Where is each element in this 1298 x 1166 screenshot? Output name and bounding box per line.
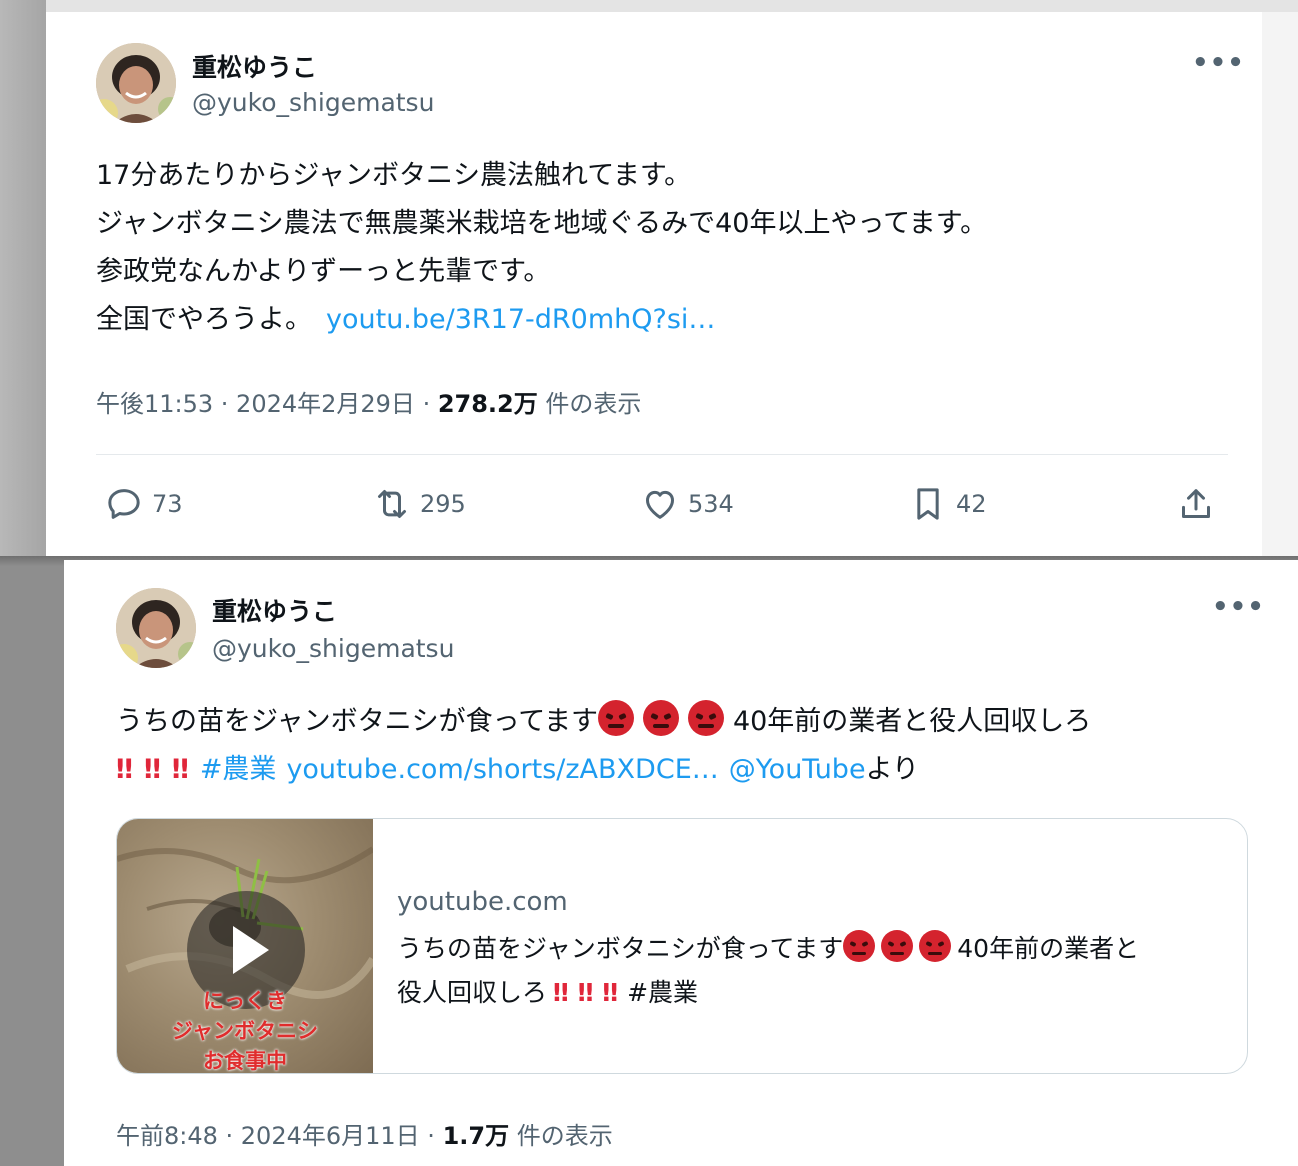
link-card-text: 40年前の業者と bbox=[957, 934, 1140, 963]
link-card-line: 役人回収しろ ‼ ‼ ‼ #農業 bbox=[397, 971, 1139, 1015]
avatar[interactable] bbox=[116, 588, 196, 668]
left-gutter bbox=[0, 0, 46, 556]
link-preview-card[interactable]: にっくき ジャンボタニシ お食事中 youtube.com うちの苗をジャンボタ… bbox=[116, 818, 1248, 1074]
tweet-card-2: 重松ゆうこ @yuko_shigematsu ••• うちの苗をジャンボタニシが… bbox=[64, 560, 1298, 1166]
tweet-link[interactable]: youtu.be/3R17-dR0mhQ?si… bbox=[326, 304, 715, 335]
thumbnail-caption: ジャンボタニシ bbox=[172, 1019, 318, 1043]
pouting-face-emoji bbox=[919, 930, 952, 962]
retweet-count: 295 bbox=[420, 490, 466, 518]
more-options-icon[interactable]: ••• bbox=[1192, 48, 1245, 78]
like-count: 534 bbox=[688, 490, 734, 518]
link-card-text: うちの苗をジャンボタニシが食ってます bbox=[397, 934, 844, 963]
reply-icon bbox=[108, 489, 140, 519]
tweet-text-part: より bbox=[865, 754, 920, 785]
display-name[interactable]: 重松ゆうこ bbox=[192, 48, 317, 84]
tweet-meta: 午後11:53 · 2024年2月29日 · 278.2万 件の表示 bbox=[96, 384, 641, 419]
hashtag-link[interactable]: #農業 bbox=[200, 754, 277, 785]
link-card-domain: youtube.com bbox=[397, 887, 568, 917]
double-exclamation-emoji: ‼ bbox=[577, 978, 594, 1007]
view-label: 件の表示 bbox=[537, 390, 642, 418]
view-count: 278.2万 bbox=[437, 390, 538, 418]
tweet-text-line: 全国でやろうよ。 youtu.be/3R17-dR0mhQ?si… bbox=[96, 296, 987, 344]
bookmark-icon bbox=[917, 488, 939, 520]
pouting-face-emoji bbox=[597, 700, 634, 736]
display-name[interactable]: 重松ゆうこ bbox=[212, 592, 337, 628]
link-card-title: うちの苗をジャンボタニシが食ってます 40年前の業者と 役人回収しろ ‼ ‼ ‼ #農業 bbox=[397, 927, 1139, 1015]
retweet-button[interactable]: 295 bbox=[372, 484, 466, 524]
like-button[interactable]: 534 bbox=[640, 484, 734, 524]
more-options-icon[interactable]: ••• bbox=[1212, 592, 1265, 622]
bookmark-count: 42 bbox=[956, 490, 987, 518]
tweet-card-1: 重松ゆうこ @yuko_shigematsu ••• 17分あたりからジャンボタ… bbox=[46, 12, 1262, 556]
double-exclamation-emoji: ‼ bbox=[116, 754, 133, 785]
right-gutter bbox=[1262, 12, 1298, 556]
pouting-face-emoji bbox=[843, 930, 876, 962]
thumbnail-caption: にっくき bbox=[203, 989, 287, 1013]
tweet-timestamp[interactable]: 午後11:53 · 2024年2月29日 · bbox=[96, 390, 438, 418]
link-card-hashtag: #農業 bbox=[627, 978, 699, 1007]
tweet-meta: 午前8:48 · 2024年6月11日 · 1.7万 件の表示 bbox=[116, 1116, 613, 1151]
share-button[interactable] bbox=[1176, 484, 1224, 524]
divider bbox=[96, 454, 1228, 455]
bookmark-button[interactable]: 42 bbox=[908, 484, 987, 524]
tweet-text-part: 40年前の業者と役人回収しろ bbox=[732, 706, 1092, 737]
tweet-text-line: ジャンボタニシ農法で無農薬米栽培を地域ぐるみで40年以上やってます。 bbox=[96, 208, 988, 239]
reply-button[interactable]: 73 bbox=[104, 484, 183, 524]
heart-icon bbox=[646, 490, 674, 519]
link-card-text: 役人回収しろ bbox=[397, 978, 548, 1007]
double-exclamation-emoji: ‼ bbox=[171, 754, 189, 785]
double-exclamation-emoji: ‼ bbox=[143, 754, 161, 785]
pouting-face-emoji bbox=[642, 700, 679, 736]
mention-link[interactable]: @YouTube bbox=[729, 754, 866, 785]
reply-count: 73 bbox=[152, 490, 183, 518]
user-handle[interactable]: @yuko_shigematsu bbox=[192, 88, 434, 117]
view-label: 件の表示 bbox=[509, 1122, 613, 1150]
avatar[interactable] bbox=[96, 43, 176, 123]
link-card-line: うちの苗をジャンボタニシが食ってます 40年前の業者と bbox=[397, 927, 1139, 971]
window-top-strip bbox=[0, 0, 1298, 12]
tweet-text-line: ‼ ‼ ‼ #農業 youtube.com/shorts/zABXDCE… @YouTub… bbox=[116, 746, 1091, 794]
retweet-icon bbox=[378, 490, 406, 518]
video-thumbnail[interactable]: にっくき ジャンボタニシ お食事中 bbox=[117, 819, 373, 1073]
user-handle[interactable]: @yuko_shigematsu bbox=[212, 634, 454, 663]
tweet-text-line: 参政党なんかよりずーっと先輩です。 bbox=[96, 256, 551, 287]
view-count: 1.7万 bbox=[442, 1122, 510, 1150]
double-exclamation-emoji: ‼ bbox=[602, 978, 618, 1007]
pouting-face-emoji bbox=[687, 700, 724, 736]
tweet-text-line-lead: 全国でやろうよ。 bbox=[96, 304, 312, 335]
thumbnail-caption: お食事中 bbox=[203, 1049, 287, 1073]
tweet-text-part: うちの苗をジャンボタニシが食ってます bbox=[116, 706, 598, 737]
tweet-text: 17分あたりからジャンボタニシ農法触れてます。 ジャンボタニシ農法で無農薬米栽培… bbox=[96, 152, 987, 344]
double-exclamation-emoji: ‼ bbox=[553, 978, 569, 1007]
tweet-timestamp[interactable]: 午前8:48 · 2024年6月11日 · bbox=[116, 1122, 443, 1150]
tweet-text: うちの苗をジャンボタニシが食ってます 40年前の業者と役人回収しろ ‼ ‼ ‼ #農業 y… bbox=[116, 698, 1091, 794]
tweet-text-line: うちの苗をジャンボタニシが食ってます 40年前の業者と役人回収しろ bbox=[116, 698, 1091, 746]
tweet-link[interactable]: youtube.com/shorts/zABXDCE… bbox=[286, 754, 718, 785]
share-icon bbox=[1182, 489, 1210, 518]
pouting-face-emoji bbox=[881, 930, 914, 962]
tweet-text-line: 17分あたりからジャンボタニシ農法触れてます。 bbox=[96, 160, 692, 191]
